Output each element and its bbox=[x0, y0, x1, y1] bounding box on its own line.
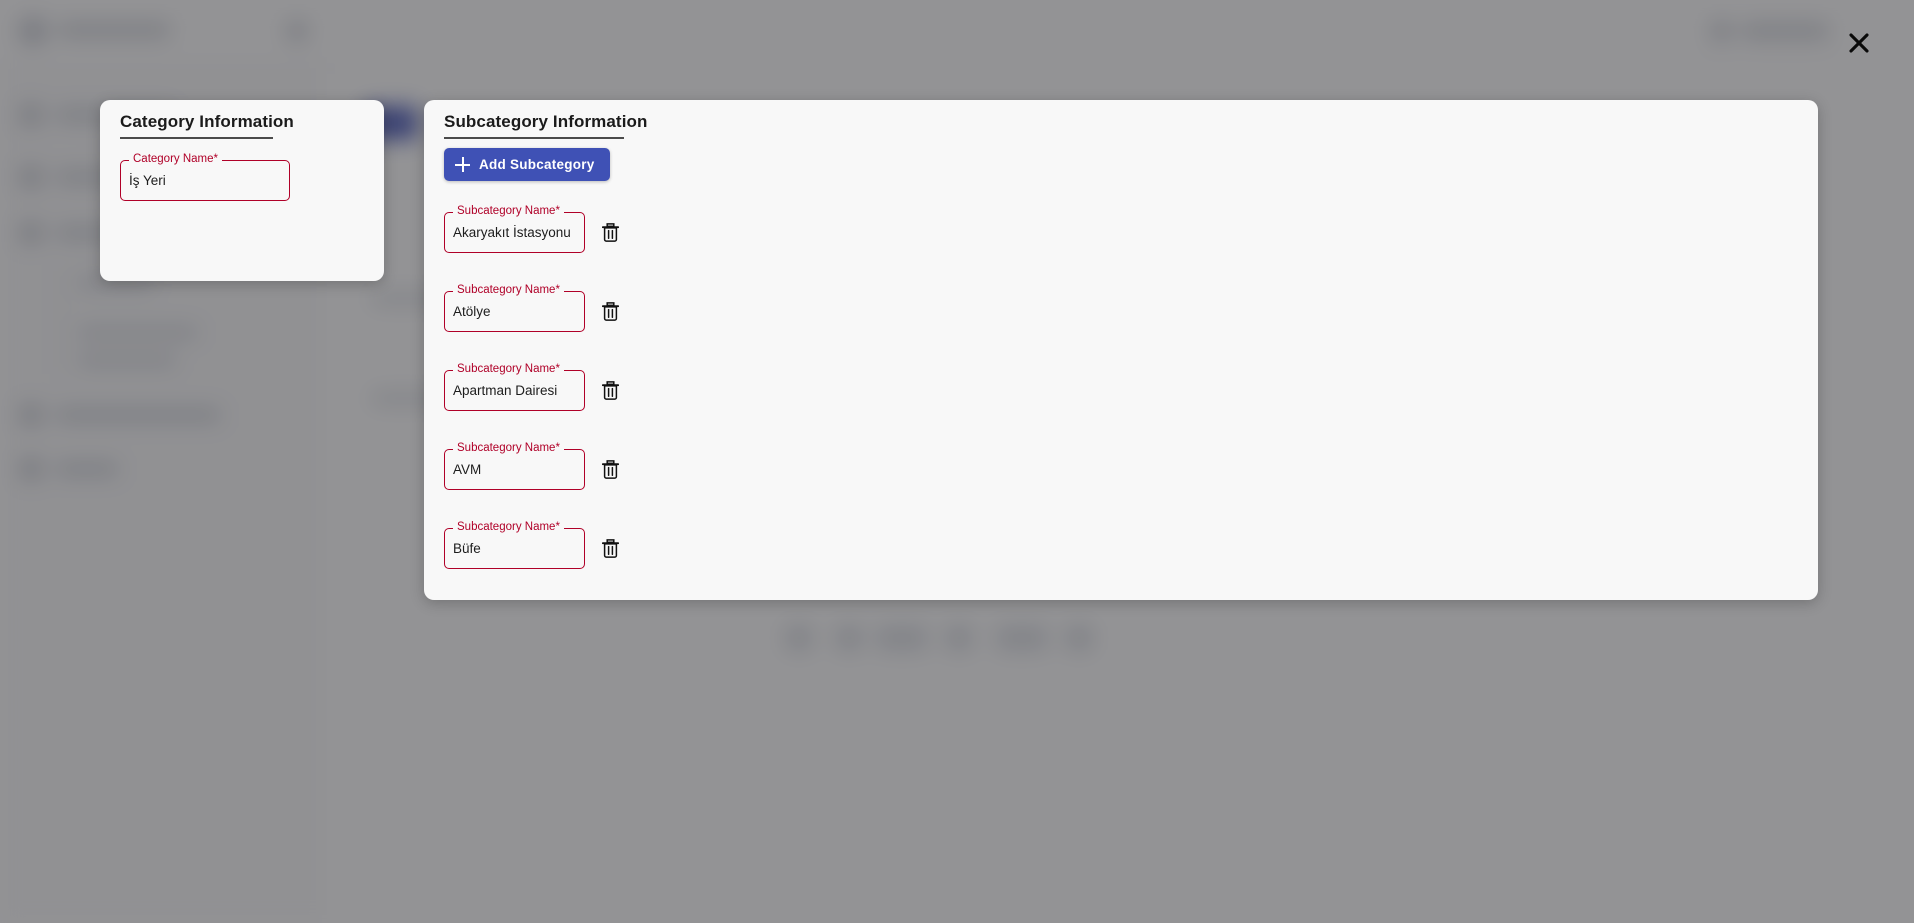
subcategory-name-input[interactable] bbox=[444, 449, 585, 490]
delete-subcategory-button[interactable] bbox=[597, 536, 623, 562]
subcategory-name-field[interactable]: Subcategory Name* bbox=[444, 442, 585, 490]
trash-icon bbox=[601, 539, 619, 558]
trash-icon bbox=[601, 302, 619, 321]
subcategory-name-input[interactable] bbox=[444, 291, 585, 332]
subcategory-row: Subcategory Name* bbox=[444, 284, 623, 332]
add-subcategory-button-label: Add Subcategory bbox=[479, 157, 595, 172]
category-name-field[interactable]: Category Name* bbox=[120, 153, 290, 201]
subcategory-row: Subcategory Name* bbox=[444, 442, 623, 490]
modal-screen: Category Information Category Name* Subc… bbox=[0, 0, 1914, 923]
trash-icon bbox=[601, 223, 619, 242]
subcategory-name-input[interactable] bbox=[444, 370, 585, 411]
add-subcategory-button[interactable]: Add Subcategory bbox=[444, 148, 610, 181]
delete-subcategory-button[interactable] bbox=[597, 220, 623, 246]
delete-subcategory-button[interactable] bbox=[597, 457, 623, 483]
category-information-panel: Category Information Category Name* bbox=[100, 100, 384, 281]
subcategory-name-field[interactable]: Subcategory Name* bbox=[444, 205, 585, 253]
subcategory-information-panel: Subcategory Information Add Subcategory … bbox=[424, 100, 1818, 600]
subcategory-name-field[interactable]: Subcategory Name* bbox=[444, 284, 585, 332]
close-modal-button[interactable] bbox=[1844, 28, 1874, 58]
category-panel-title: Category Information bbox=[120, 112, 294, 131]
category-name-field-row: Category Name* bbox=[120, 153, 290, 201]
trash-icon bbox=[601, 460, 619, 479]
subcategory-panel-title: Subcategory Information bbox=[444, 112, 648, 131]
subcategory-row: Subcategory Name* bbox=[444, 205, 623, 253]
subcategory-panel-title-underline bbox=[444, 137, 624, 139]
category-panel-title-underline bbox=[120, 137, 273, 139]
subcategory-row: Subcategory Name* bbox=[444, 363, 623, 411]
plus-icon bbox=[455, 157, 470, 172]
subcategory-name-input[interactable] bbox=[444, 212, 585, 253]
delete-subcategory-button[interactable] bbox=[597, 378, 623, 404]
delete-subcategory-button[interactable] bbox=[597, 299, 623, 325]
subcategory-name-field[interactable]: Subcategory Name* bbox=[444, 521, 585, 569]
close-icon bbox=[1848, 32, 1870, 54]
subcategory-name-field[interactable]: Subcategory Name* bbox=[444, 363, 585, 411]
trash-icon bbox=[601, 381, 619, 400]
category-name-input[interactable] bbox=[120, 160, 290, 201]
subcategory-name-input[interactable] bbox=[444, 528, 585, 569]
subcategory-row: Subcategory Name* bbox=[444, 521, 623, 569]
